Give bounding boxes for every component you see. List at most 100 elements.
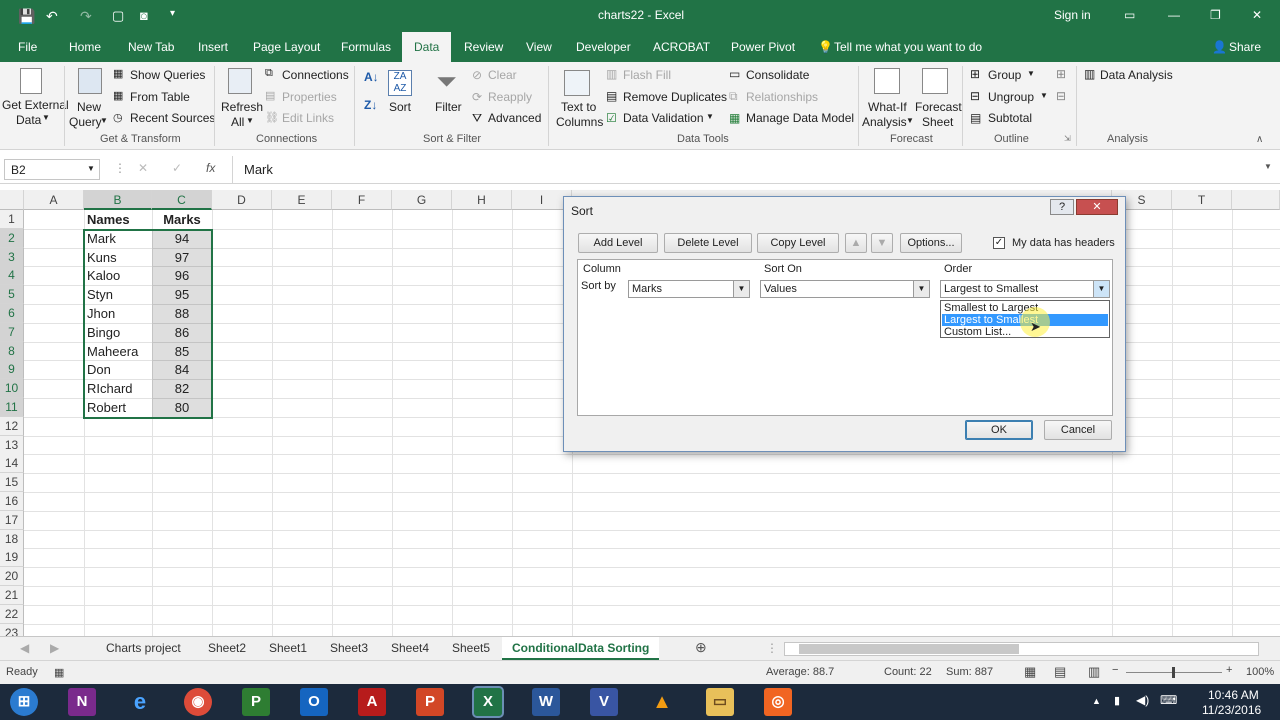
minimize-icon[interactable]: — [1168,8,1180,22]
refresh-all-button[interactable]: Refresh [221,100,263,114]
forecast-sheet-button[interactable]: Forecast [915,100,962,114]
header-cell-names[interactable]: Names [84,210,152,229]
help-button[interactable]: ? [1050,199,1074,215]
insert-function-icon[interactable]: fx [206,161,215,175]
headers-checkbox[interactable]: ✓ [993,237,1005,249]
onenote-icon[interactable]: N [68,688,96,716]
powerpoint-icon[interactable]: P [416,688,444,716]
show-detail-icon[interactable]: ⊞ [1056,67,1066,81]
row-header[interactable]: 5 [0,285,24,305]
flash-fill-button[interactable]: Flash Fill [623,68,671,82]
column-header-h[interactable]: H [452,190,512,210]
share-button[interactable]: Share [1229,40,1261,54]
tab-insert[interactable]: Insert [198,40,228,54]
sort-button[interactable]: Sort [389,100,411,114]
internet-explorer-icon[interactable]: e [126,688,154,716]
ungroup-button[interactable]: Ungroup [988,90,1034,104]
row-header[interactable]: 6 [0,304,24,323]
sheet-tab-sheet5[interactable]: Sheet5 [452,641,490,655]
sort-on-select[interactable]: Values ▼ [760,280,930,298]
tab-new-tab[interactable]: New Tab [128,40,174,54]
sheet-tab-sheet4[interactable]: Sheet4 [391,641,429,655]
move-up-icon[interactable]: ▲ [845,233,867,253]
horizontal-scrollbar[interactable] [784,642,1259,656]
row-header[interactable]: 13 [0,435,24,455]
subtotal-button[interactable]: Subtotal [988,111,1032,125]
chrome-icon[interactable]: ◉ [184,688,212,716]
word-icon[interactable]: W [532,688,560,716]
hide-detail-icon[interactable]: ⊟ [1056,89,1066,103]
options-button[interactable]: Options... [900,233,962,253]
row-header[interactable]: 16 [0,492,24,511]
normal-view-icon[interactable]: ▦ [1024,664,1036,680]
row-header[interactable]: 18 [0,529,24,549]
row-header[interactable]: 10 [0,379,24,399]
expand-formula-icon[interactable]: ▼ [1264,162,1272,171]
header-cell-marks[interactable]: Marks [152,210,212,229]
zoom-in-icon[interactable]: + [1226,664,1232,676]
row-header[interactable]: 21 [0,586,24,605]
show-hidden-icons-icon[interactable]: ▲ [1092,696,1101,706]
zoom-slider-thumb[interactable] [1172,667,1175,678]
row-header[interactable]: 12 [0,416,24,436]
redo-icon[interactable]: ↷ [80,8,92,25]
row-header[interactable]: 15 [0,473,24,493]
tab-data[interactable]: Data [402,32,452,62]
vlc-icon[interactable]: ▲ [648,688,676,716]
macro-record-icon[interactable]: ▦ [54,666,64,679]
row-header[interactable]: 11 [0,398,24,417]
properties-button[interactable]: Properties [282,90,337,104]
start-button-icon[interactable]: ⊞ [10,688,38,716]
visio-icon[interactable]: V [590,688,618,716]
column-header-a[interactable]: A [24,190,84,210]
scroll-tabs-right-icon[interactable]: ▶ [50,641,59,655]
row-header[interactable]: 20 [0,567,24,587]
column-header-b[interactable]: B [84,190,152,210]
reapply-button[interactable]: Reapply [488,90,532,104]
data-analysis-button[interactable]: Data Analysis [1100,68,1173,82]
row-header[interactable]: 8 [0,341,24,361]
volume-icon[interactable]: ◀) [1136,693,1149,707]
undo-icon[interactable]: ↶ [46,8,58,25]
clear-button[interactable]: Clear [488,68,517,82]
restore-icon[interactable]: ❐ [1210,8,1221,22]
add-sheet-icon[interactable]: ⊕ [695,639,707,656]
delete-level-button[interactable]: Delete Level [664,233,752,253]
tab-file[interactable]: File [18,40,37,54]
tab-formulas[interactable]: Formulas [341,40,391,54]
ok-button[interactable]: OK [965,420,1033,440]
tab-home[interactable]: Home [69,40,101,54]
tab-acrobat[interactable]: ACROBAT [653,40,710,54]
outlook-icon[interactable]: O [300,688,328,716]
row-header[interactable]: 22 [0,604,24,624]
order-select[interactable]: Largest to Smallest ▼ [940,280,1110,298]
from-table-button[interactable]: From Table [130,90,190,104]
network-icon[interactable]: ▮ [1114,694,1120,707]
sort-ascending-icon[interactable]: A↓ [364,70,379,84]
dialog-launcher-icon[interactable]: ⇲ [1064,134,1071,143]
acrobat-icon[interactable]: A [358,688,386,716]
column-header-t[interactable]: T [1172,190,1232,210]
column-header-d[interactable]: D [212,190,272,210]
tell-me-search[interactable]: Tell me what you want to do [834,40,982,54]
row-header[interactable]: 7 [0,322,24,342]
row-header[interactable]: 14 [0,454,24,474]
cancel-button[interactable]: Cancel [1044,420,1112,440]
new-document-icon[interactable]: ▢ [112,8,124,24]
column-header-u[interactable] [1232,190,1280,210]
ribbon-display-icon[interactable]: ▭ [1124,8,1135,22]
copy-level-button[interactable]: Copy Level [757,233,839,253]
data-validation-button[interactable]: Data Validation [623,111,704,125]
tab-view[interactable]: View [526,40,552,54]
sheet-tab-sheet2[interactable]: Sheet2 [208,641,246,655]
tab-page-layout[interactable]: Page Layout [253,40,320,54]
row-header[interactable]: 4 [0,266,24,286]
connections-button[interactable]: Connections [282,68,349,82]
row-header[interactable]: 17 [0,510,24,530]
page-break-view-icon[interactable]: ▥ [1088,664,1100,680]
formula-input[interactable]: Mark [244,162,273,177]
clock-date[interactable]: 11/23/2016 [1202,703,1261,717]
row-header[interactable]: 19 [0,548,24,568]
group-button[interactable]: Group [988,68,1021,82]
file-explorer-icon[interactable]: ▭ [706,688,734,716]
